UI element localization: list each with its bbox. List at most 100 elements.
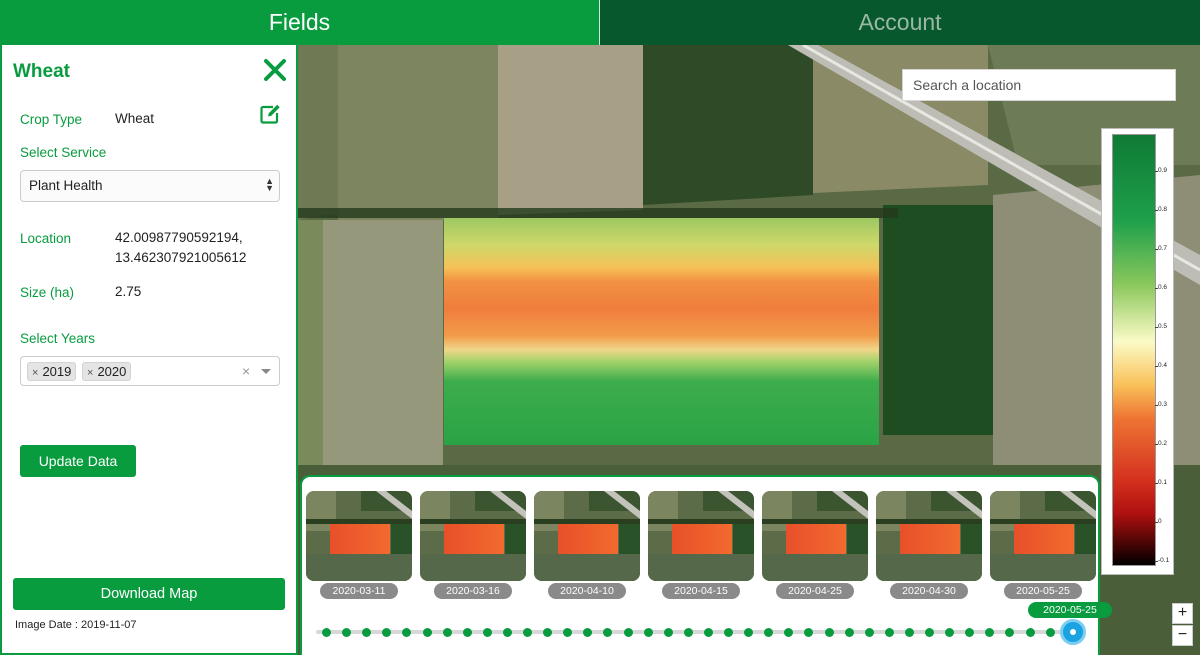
- zoom-out-button[interactable]: −: [1172, 625, 1193, 646]
- timeline-date-dot[interactable]: [965, 628, 975, 637]
- service-select-value: Plant Health: [29, 178, 103, 193]
- timeline-date-dot[interactable]: [744, 628, 754, 637]
- download-map-button[interactable]: Download Map: [13, 578, 285, 610]
- chevron-down-icon[interactable]: [261, 369, 271, 374]
- timeline-slider-handle[interactable]: [1060, 619, 1086, 645]
- image-thumbnail[interactable]: [762, 491, 868, 581]
- map-view[interactable]: 0.9 0.8 0.7 0.6 0.5 0.4 0.3 0.2 0.1 0 -0…: [298, 45, 1200, 655]
- timeline-date-dot[interactable]: [764, 628, 774, 637]
- thumbnail-date-label[interactable]: 2020-03-11: [320, 583, 398, 599]
- thumbnail-date-label[interactable]: 2020-04-25: [776, 583, 854, 599]
- year-chip-label: 2020: [97, 364, 127, 379]
- timeline-date-dot[interactable]: [864, 628, 874, 637]
- crop-type-label: Crop Type: [20, 112, 83, 127]
- image-thumbnail[interactable]: [420, 491, 526, 581]
- legend-tick: 0.4: [1158, 362, 1168, 369]
- legend-tick: 0: [1158, 518, 1162, 525]
- years-multiselect[interactable]: × 2019 × 2020 ×: [20, 356, 280, 386]
- year-chip: × 2020: [82, 362, 132, 381]
- timeline-date-dot[interactable]: [422, 628, 432, 637]
- timeline-date-dot[interactable]: [804, 628, 814, 637]
- timeline-date-dot[interactable]: [844, 628, 854, 637]
- timeline-date-dot[interactable]: [442, 628, 452, 637]
- image-thumbnail[interactable]: [306, 491, 412, 581]
- timeline-date-dot[interactable]: [1005, 628, 1015, 637]
- image-thumbnail[interactable]: [990, 491, 1096, 581]
- thumbnail-date-label[interactable]: 2020-05-25: [1004, 583, 1082, 599]
- year-chip: × 2019: [27, 362, 77, 381]
- timeline-date-dot[interactable]: [362, 628, 372, 637]
- crop-type-value: Wheat: [115, 111, 155, 126]
- edit-icon[interactable]: [259, 103, 281, 125]
- timeline-date-dot[interactable]: [683, 628, 693, 637]
- timeline-date-dot[interactable]: [824, 628, 834, 637]
- timeline-date-dot[interactable]: [462, 628, 472, 637]
- timeline-date-dot[interactable]: [945, 628, 955, 637]
- legend-tick: 0.3: [1158, 401, 1168, 408]
- legend-tick: 0.6: [1158, 284, 1168, 291]
- thumbnail-date-label[interactable]: 2020-03-16: [434, 583, 512, 599]
- select-service-label: Select Service: [20, 145, 107, 160]
- image-thumbnail[interactable]: [876, 491, 982, 581]
- thumbnail-date-label[interactable]: 2020-04-30: [890, 583, 968, 599]
- zoom-in-button[interactable]: +: [1172, 603, 1193, 624]
- select-years-label: Select Years: [20, 331, 96, 346]
- timeline-date-dot[interactable]: [482, 628, 492, 637]
- remove-chip-icon[interactable]: ×: [87, 367, 93, 379]
- legend-tick: 0.8: [1158, 206, 1168, 213]
- timeline-date-dot[interactable]: [985, 628, 995, 637]
- image-thumbnail[interactable]: [534, 491, 640, 581]
- timeline-date-dot[interactable]: [402, 628, 412, 637]
- ndvi-color-legend: 0.9 0.8 0.7 0.6 0.5 0.4 0.3 0.2 0.1 0 -0…: [1101, 128, 1174, 575]
- image-timeline-panel: 2020-03-11 2020-03-16 2020-04-10 2020-04-15…: [300, 475, 1112, 655]
- update-data-button[interactable]: Update Data: [20, 445, 136, 477]
- timeline-date-dot[interactable]: [884, 628, 894, 637]
- location-latitude: 42.00987790592194,: [115, 230, 243, 245]
- service-select[interactable]: Plant Health ▲ ▼: [20, 170, 280, 202]
- thumbnail-date-label[interactable]: 2020-04-15: [662, 583, 740, 599]
- timeline-date-dot[interactable]: [603, 628, 613, 637]
- year-chip-label: 2019: [42, 364, 72, 379]
- timeline-date-dot[interactable]: [563, 628, 573, 637]
- timeline-date-dot[interactable]: [382, 628, 392, 637]
- timeline-date-dot[interactable]: [543, 628, 553, 637]
- legend-tick: 0.2: [1158, 440, 1168, 447]
- timeline-date-dot[interactable]: [643, 628, 653, 637]
- thumbnail-date-label[interactable]: 2020-04-10: [548, 583, 626, 599]
- timeline-date-dot[interactable]: [1045, 628, 1055, 637]
- select-arrows-icon: ▲ ▼: [265, 176, 274, 193]
- image-date: Image Date : 2019-11-07: [15, 619, 137, 631]
- close-icon[interactable]: [262, 57, 288, 83]
- timeline-date-dot[interactable]: [523, 628, 532, 637]
- size-label: Size (ha): [20, 285, 75, 300]
- field-details-panel: Wheat Crop Type Wheat Select Service Pla…: [0, 45, 298, 655]
- location-label: Location: [20, 231, 72, 246]
- legend-tick: 0.1: [1158, 479, 1168, 486]
- clear-selection-icon[interactable]: ×: [242, 363, 250, 379]
- timeline-date-dot[interactable]: [663, 628, 673, 637]
- top-tab-bar: Fields Account: [0, 0, 1200, 45]
- size-value: 2.75: [115, 284, 142, 299]
- timeline-date-dot[interactable]: [322, 628, 331, 637]
- legend-color-bar: [1112, 134, 1156, 566]
- remove-chip-icon[interactable]: ×: [32, 367, 38, 379]
- timeline-date-dot[interactable]: [904, 628, 914, 637]
- timeline-date-dot[interactable]: [502, 628, 512, 637]
- timeline-date-dot[interactable]: [784, 628, 794, 637]
- timeline-date-dot[interactable]: [342, 628, 352, 637]
- timeline-date-dot[interactable]: [583, 628, 593, 637]
- timeline-date-dot[interactable]: [623, 628, 633, 637]
- image-thumbnail[interactable]: [648, 491, 754, 581]
- location-search-input[interactable]: [902, 69, 1176, 101]
- legend-tick: -0.1: [1158, 557, 1170, 564]
- field-title: Wheat: [13, 61, 70, 82]
- location-longitude: 13.462307921005612: [115, 250, 247, 265]
- legend-tick: 0.7: [1158, 245, 1168, 252]
- timeline-date-dot[interactable]: [703, 628, 713, 637]
- timeline-date-dot[interactable]: [925, 628, 934, 637]
- timeline-date-dot[interactable]: [724, 628, 733, 637]
- timeline-date-dot[interactable]: [1025, 628, 1035, 637]
- tab-account[interactable]: Account: [600, 0, 1200, 45]
- legend-tick: 0.9: [1158, 167, 1168, 174]
- tab-fields[interactable]: Fields: [0, 0, 600, 45]
